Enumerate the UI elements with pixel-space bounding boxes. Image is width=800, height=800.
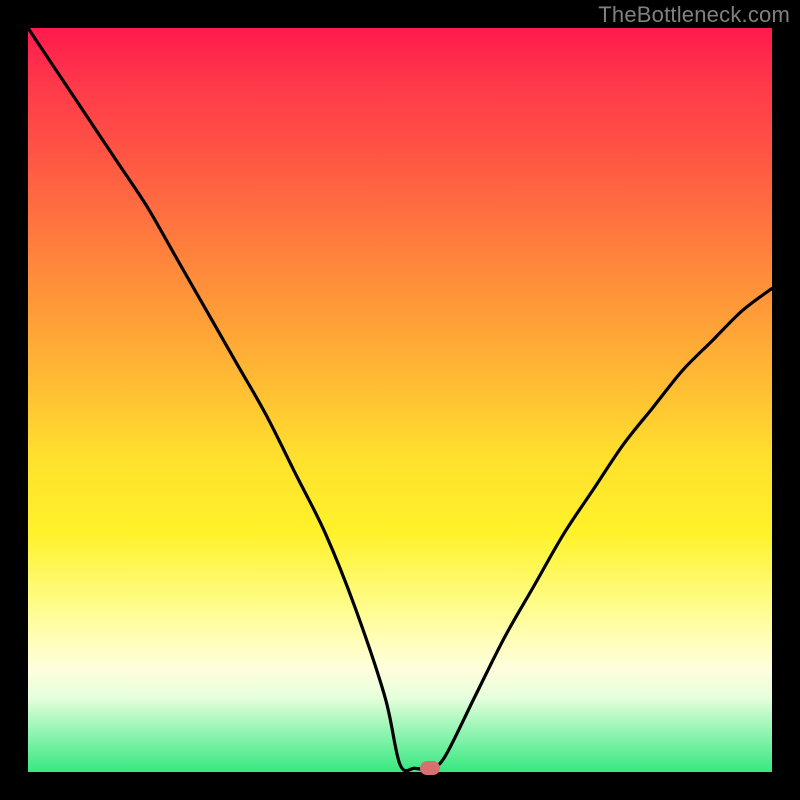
chart-container: TheBottleneck.com	[0, 0, 800, 800]
minimum-marker	[420, 761, 440, 775]
bottleneck-curve	[28, 28, 772, 772]
watermark-text: TheBottleneck.com	[598, 2, 790, 28]
